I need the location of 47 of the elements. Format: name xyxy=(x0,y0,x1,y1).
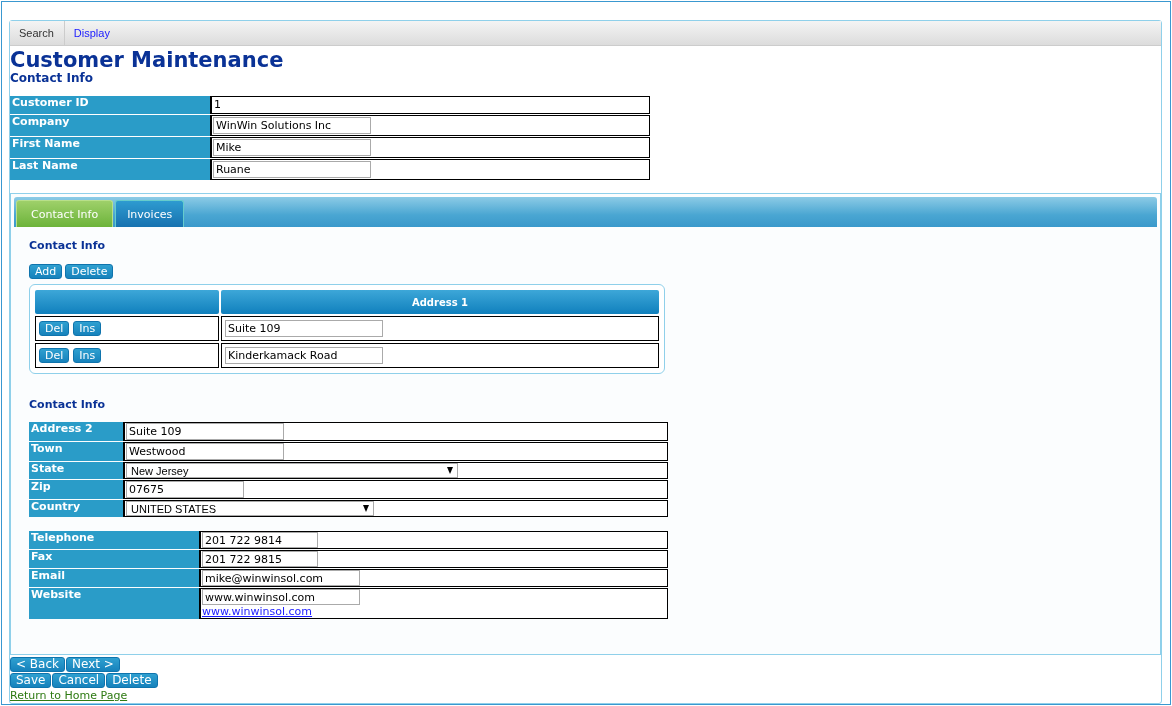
field-label: Telephone xyxy=(29,531,199,549)
field-label: Last Name xyxy=(10,159,210,180)
text-field[interactable]: 201 722 9815 xyxy=(202,551,318,567)
text-field[interactable]: Suite 109 xyxy=(126,423,284,440)
home-link[interactable]: Return to Home Page xyxy=(10,689,128,702)
text-field[interactable]: 07675 xyxy=(126,481,244,498)
grid-button[interactable]: Delete xyxy=(65,264,114,279)
text-field[interactable]: Ruane xyxy=(213,161,371,178)
field-label: Email xyxy=(29,569,199,587)
text-field[interactable]: Mike xyxy=(213,139,371,156)
section-title: Contact Info xyxy=(29,398,107,411)
grid-button[interactable]: Add xyxy=(29,264,63,279)
text-field[interactable]: mike@winwinsol.com xyxy=(202,570,360,586)
column-header: Address 1 xyxy=(221,290,659,314)
nav-button[interactable]: Next > xyxy=(66,657,120,672)
breadcrumb-item[interactable]: Display xyxy=(64,21,120,45)
action-button[interactable]: Save xyxy=(10,673,52,688)
row-button[interactable]: Del xyxy=(39,321,70,336)
page-title: Customer Maintenance xyxy=(10,49,285,71)
field-label: State xyxy=(29,462,123,479)
action-button[interactable]: Delete xyxy=(106,673,158,688)
field-label: Zip xyxy=(29,480,123,499)
field-label: Fax xyxy=(29,550,199,568)
text-field[interactable]: WinWin Solutions Inc xyxy=(213,117,371,134)
dropdown-arrow-icon xyxy=(363,505,369,512)
row-button[interactable]: Del xyxy=(39,348,70,363)
section-title: Contact Info xyxy=(10,71,94,85)
text-field[interactable]: 201 722 9814 xyxy=(202,532,318,548)
text-field[interactable]: www.winwinsol.com xyxy=(202,589,360,605)
text-field[interactable]: Kinderkamack Road xyxy=(225,347,383,364)
tab[interactable]: Invoices xyxy=(115,200,185,227)
field-label: Company xyxy=(10,115,210,136)
action-button[interactable]: Cancel xyxy=(52,673,106,688)
field-value: 1 xyxy=(213,98,222,112)
breadcrumb-item[interactable]: Search xyxy=(10,21,65,45)
text-field[interactable]: Suite 109 xyxy=(225,320,383,337)
website-link[interactable]: www.winwinsol.com xyxy=(202,605,313,618)
dropdown-field[interactable]: UNITED STATES xyxy=(126,501,374,516)
field-label: First Name xyxy=(10,137,210,158)
text-field[interactable]: Westwood xyxy=(126,443,284,460)
field-label: Town xyxy=(29,442,123,461)
field-label: Address 2 xyxy=(29,422,123,441)
field-label: Country xyxy=(29,500,123,517)
nav-button[interactable]: < Back xyxy=(10,657,65,672)
field-label: Customer ID xyxy=(10,96,210,114)
field-label: Website xyxy=(29,588,199,619)
section-title: Contact Info xyxy=(29,239,107,252)
